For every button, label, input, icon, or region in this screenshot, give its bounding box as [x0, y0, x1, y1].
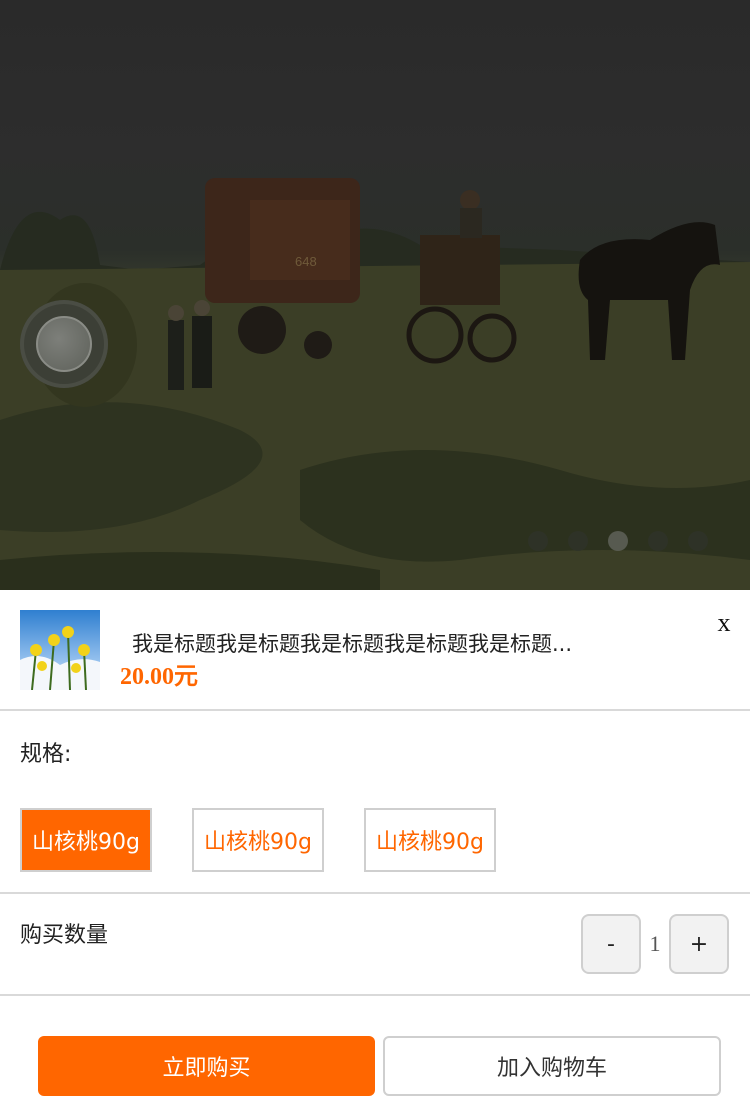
spec-label: 规格: [20, 742, 72, 767]
divider [0, 994, 750, 996]
quantity-label: 购买数量 [20, 923, 109, 948]
spec-option[interactable]: 山核桃90g [364, 808, 496, 872]
product-price: 20.00元 [120, 664, 198, 690]
carousel-dot[interactable] [688, 531, 708, 551]
carousel-dot[interactable] [568, 531, 588, 551]
carousel-dot[interactable] [648, 531, 668, 551]
spec-options: 山核桃90g 山核桃90g 山核桃90g [20, 808, 496, 872]
buy-now-button[interactable]: 立即购买 [38, 1036, 375, 1096]
decrement-button[interactable]: - [581, 914, 641, 974]
product-thumbnail [20, 610, 100, 690]
floating-action-button[interactable] [20, 300, 108, 388]
carousel-indicators [528, 531, 708, 551]
carousel-dot[interactable] [528, 531, 548, 551]
farm-photo: 648 [0, 178, 750, 590]
divider [0, 892, 750, 894]
product-summary: 我是标题我是标题我是标题我是标题我是标题... 20.00元 x [0, 590, 750, 711]
sku-selector-sheet: 我是标题我是标题我是标题我是标题我是标题... 20.00元 x 规格: 山核桃… [0, 590, 750, 1106]
svg-text:648: 648 [295, 254, 317, 269]
product-title: 我是标题我是标题我是标题我是标题我是标题... [132, 632, 573, 656]
quantity-stepper: - 1 + [581, 914, 729, 974]
spec-option[interactable]: 山核桃90g [192, 808, 324, 872]
carousel-dot-active[interactable] [608, 531, 628, 551]
circle-icon [36, 316, 92, 372]
increment-button[interactable]: + [669, 914, 729, 974]
quantity-value[interactable]: 1 [641, 931, 669, 957]
close-icon[interactable]: x [712, 608, 736, 638]
product-image-carousel[interactable]: 648 [0, 0, 750, 590]
spec-option-selected[interactable]: 山核桃90g [20, 808, 152, 872]
add-to-cart-button[interactable]: 加入购物车 [383, 1036, 721, 1096]
